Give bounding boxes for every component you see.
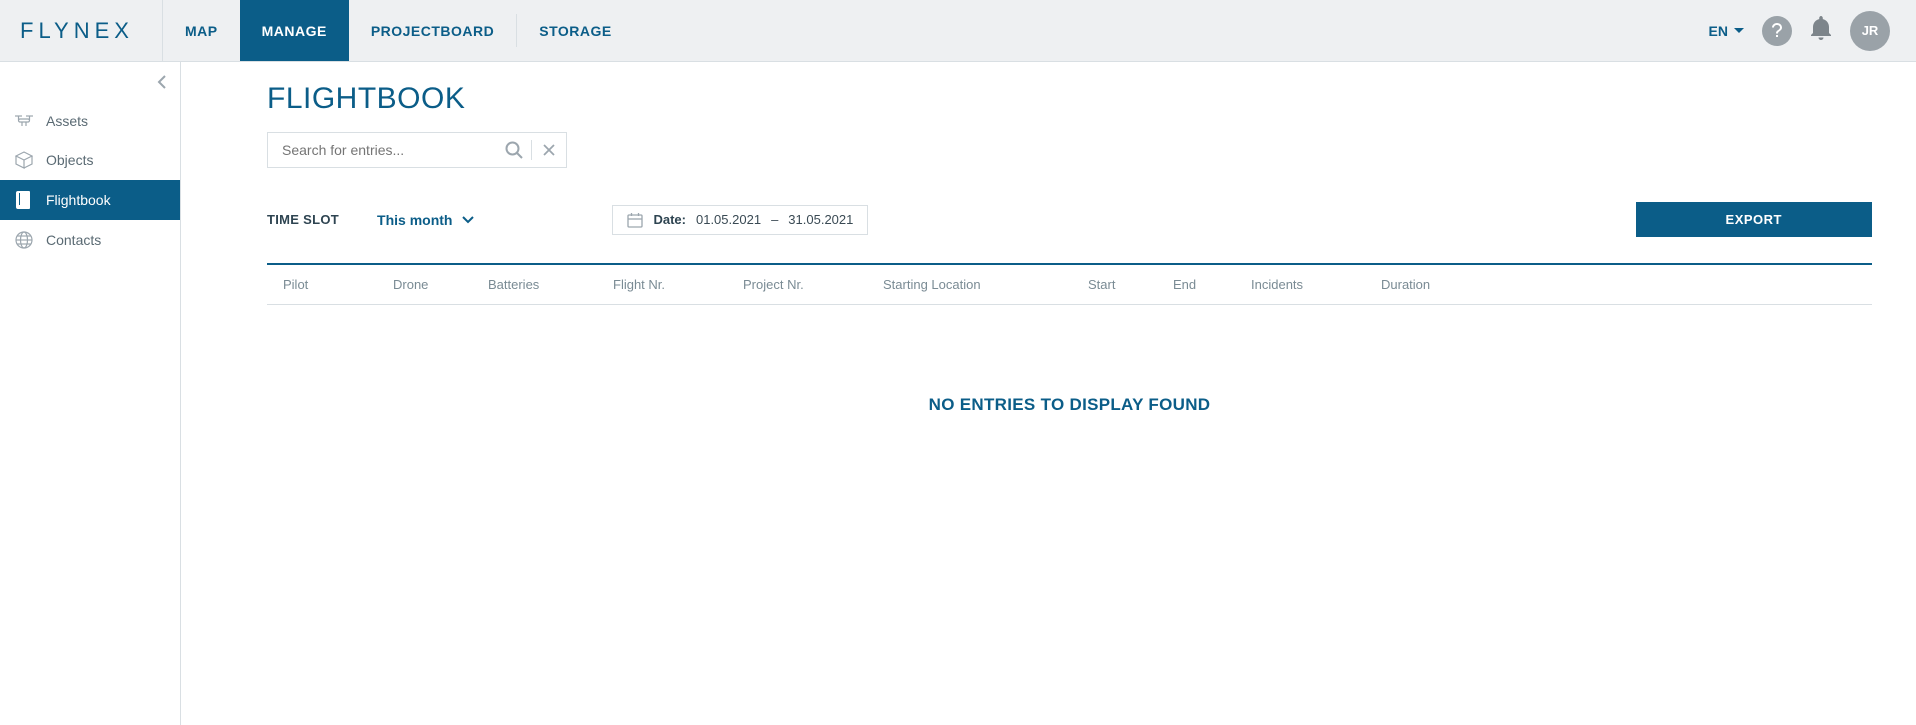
export-button[interactable]: EXPORT [1636,202,1872,237]
user-avatar[interactable]: JR [1850,11,1890,51]
calendar-icon [627,212,643,228]
sidebar-item-label: Flightbook [46,192,111,208]
sidebar-item-label: Objects [46,152,93,168]
sidebar-item-contacts[interactable]: Contacts [0,220,180,260]
col-batteries[interactable]: Batteries [488,277,613,292]
filter-row: TIME SLOT This month Date: 01.05.2021 – … [267,202,1872,237]
bell-icon [1810,16,1832,40]
search-input[interactable] [280,141,497,159]
date-range-picker[interactable]: Date: 01.05.2021 – 31.05.2021 [612,205,868,235]
collapse-sidebar-button[interactable] [0,62,180,102]
date-from: 01.05.2021 [696,212,761,227]
sidebar-item-objects[interactable]: Objects [0,140,180,180]
notifications-button[interactable] [1810,16,1832,45]
time-slot-label: TIME SLOT [267,212,339,227]
date-to: 31.05.2021 [788,212,853,227]
search-icon [505,141,523,159]
time-slot-dropdown[interactable]: This month [377,212,474,228]
chevron-left-icon [157,75,166,89]
nav-storage[interactable]: STORAGE [517,0,633,61]
book-icon [14,191,34,209]
chevron-down-icon [462,216,474,224]
col-duration[interactable]: Duration [1381,277,1501,292]
col-drone[interactable]: Drone [393,277,488,292]
help-button[interactable] [1762,16,1792,46]
col-starting-location[interactable]: Starting Location [883,277,1088,292]
date-label: Date: [653,212,686,227]
search-button[interactable] [497,133,531,167]
col-flight-nr[interactable]: Flight Nr. [613,277,743,292]
main-content: FLIGHTBOOK TIME SLOT This month Date: 01… [181,62,1916,725]
nav-manage[interactable]: MANAGE [240,0,349,61]
sidebar-item-label: Contacts [46,232,101,248]
date-sep: – [771,212,778,227]
nav-projectboard[interactable]: PROJECTBOARD [349,0,516,61]
globe-icon [14,231,34,249]
primary-nav: MAP MANAGE PROJECTBOARD STORAGE [163,0,634,61]
drone-icon [14,114,34,128]
sidebar-item-label: Assets [46,113,88,129]
empty-state-message: NO ENTRIES TO DISPLAY FOUND [267,395,1872,415]
language-selector[interactable]: EN [1709,23,1744,39]
table-header[interactable]: Pilot Drone Batteries Flight Nr. Project… [267,263,1872,305]
language-label: EN [1709,23,1728,39]
col-incidents[interactable]: Incidents [1251,277,1381,292]
close-icon [543,144,555,156]
sidebar-item-flightbook[interactable]: Flightbook [0,180,180,220]
clear-search-button[interactable] [532,133,566,167]
logo-text: FLYNEX [20,18,134,44]
time-slot-value: This month [377,212,452,228]
nav-map[interactable]: MAP [163,0,240,61]
app-header: FLYNEX MAP MANAGE PROJECTBOARD STORAGE E… [0,0,1916,62]
page-title: FLIGHTBOOK [267,82,1872,116]
caret-down-icon [1734,28,1744,34]
question-icon [1772,23,1782,39]
col-pilot[interactable]: Pilot [283,277,393,292]
avatar-initials: JR [1862,23,1879,38]
sidebar: Assets Objects Flightbook Contacts [0,62,181,725]
logo[interactable]: FLYNEX [0,0,163,61]
col-project-nr[interactable]: Project Nr. [743,277,883,292]
sidebar-item-assets[interactable]: Assets [0,102,180,140]
header-right: EN JR [1709,0,1916,61]
col-start[interactable]: Start [1088,277,1173,292]
search-box [267,132,567,168]
cube-icon [14,151,34,169]
col-end[interactable]: End [1173,277,1251,292]
